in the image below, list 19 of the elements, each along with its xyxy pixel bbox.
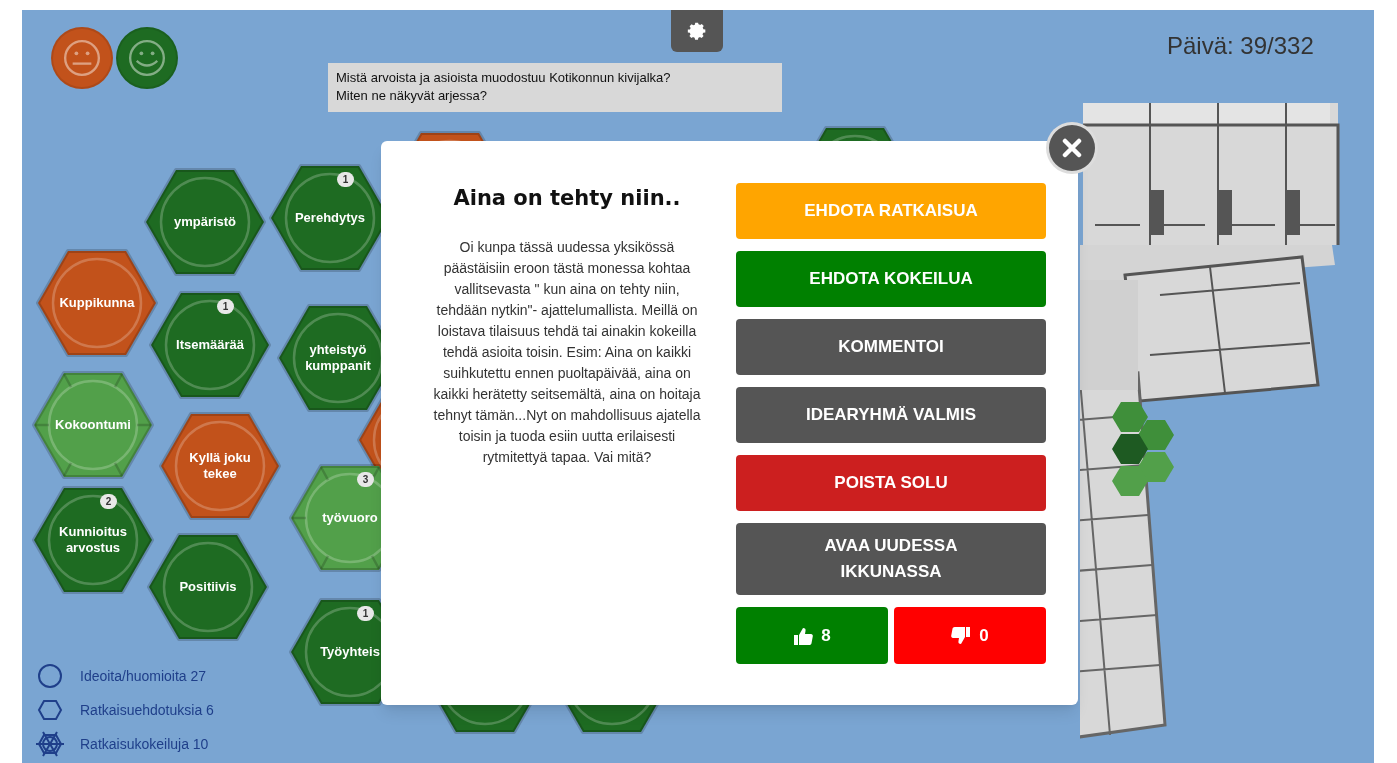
cell-label: ympäristö	[172, 214, 238, 230]
cell-label: yhteistyö kumppanit	[304, 342, 372, 374]
question-text: Mistä arvoista ja asioista muodostuu Kotikonnun kivijalka?	[336, 69, 672, 87]
modal-title: Aina on tehty niin..	[453, 185, 681, 212]
legend-label: Ideoita/huomioita 27	[80, 666, 207, 686]
cell-label: Työyhteis	[319, 644, 381, 660]
cell-label: Kunnioitus arvostus	[58, 524, 128, 556]
legend-label: Ratkaisukokeiluja 10	[80, 734, 209, 754]
question-text: Miten ne näkyvät arjessa?	[336, 87, 489, 105]
cell-label: Kokoontumi	[54, 417, 132, 433]
cell-label: Itsemäärää	[175, 337, 245, 353]
legend-label: Ratkaisuehdotuksia 6	[80, 700, 214, 720]
cell-label: Positiivis	[178, 579, 238, 595]
cell-label: Perehdytys	[293, 210, 367, 226]
modal-body-text: Oi kunpa tässä uudessa yksikössä päästäisiin eroon tästä monessa kohtaa vallitsevasta " kun aina on tehty niin, tehdään nytkin"- ajattelumallista. Meillä on loistava tilaisuus tehdä tai ainakin kokeilla tehdä asioita toisin. Esim: Aina on kaikki suihkutettu ennen puoltapäivää, aina on kaikki herätetty seitsemältä, aina on hoitaja tehnyt tämän...Nyt on mahdollisuus ajatella toisin ja tuoda esiin uutta erilaisesti rytmitettyä tapaa. Vai mitä?	[432, 237, 702, 467]
cell-label: työvuoro	[321, 510, 379, 526]
cell-label: Kyllä joku tekee	[188, 450, 252, 482]
cell-label: Kuppikunna	[58, 295, 136, 311]
day-counter: Päivä: 39/332	[1167, 31, 1314, 61]
